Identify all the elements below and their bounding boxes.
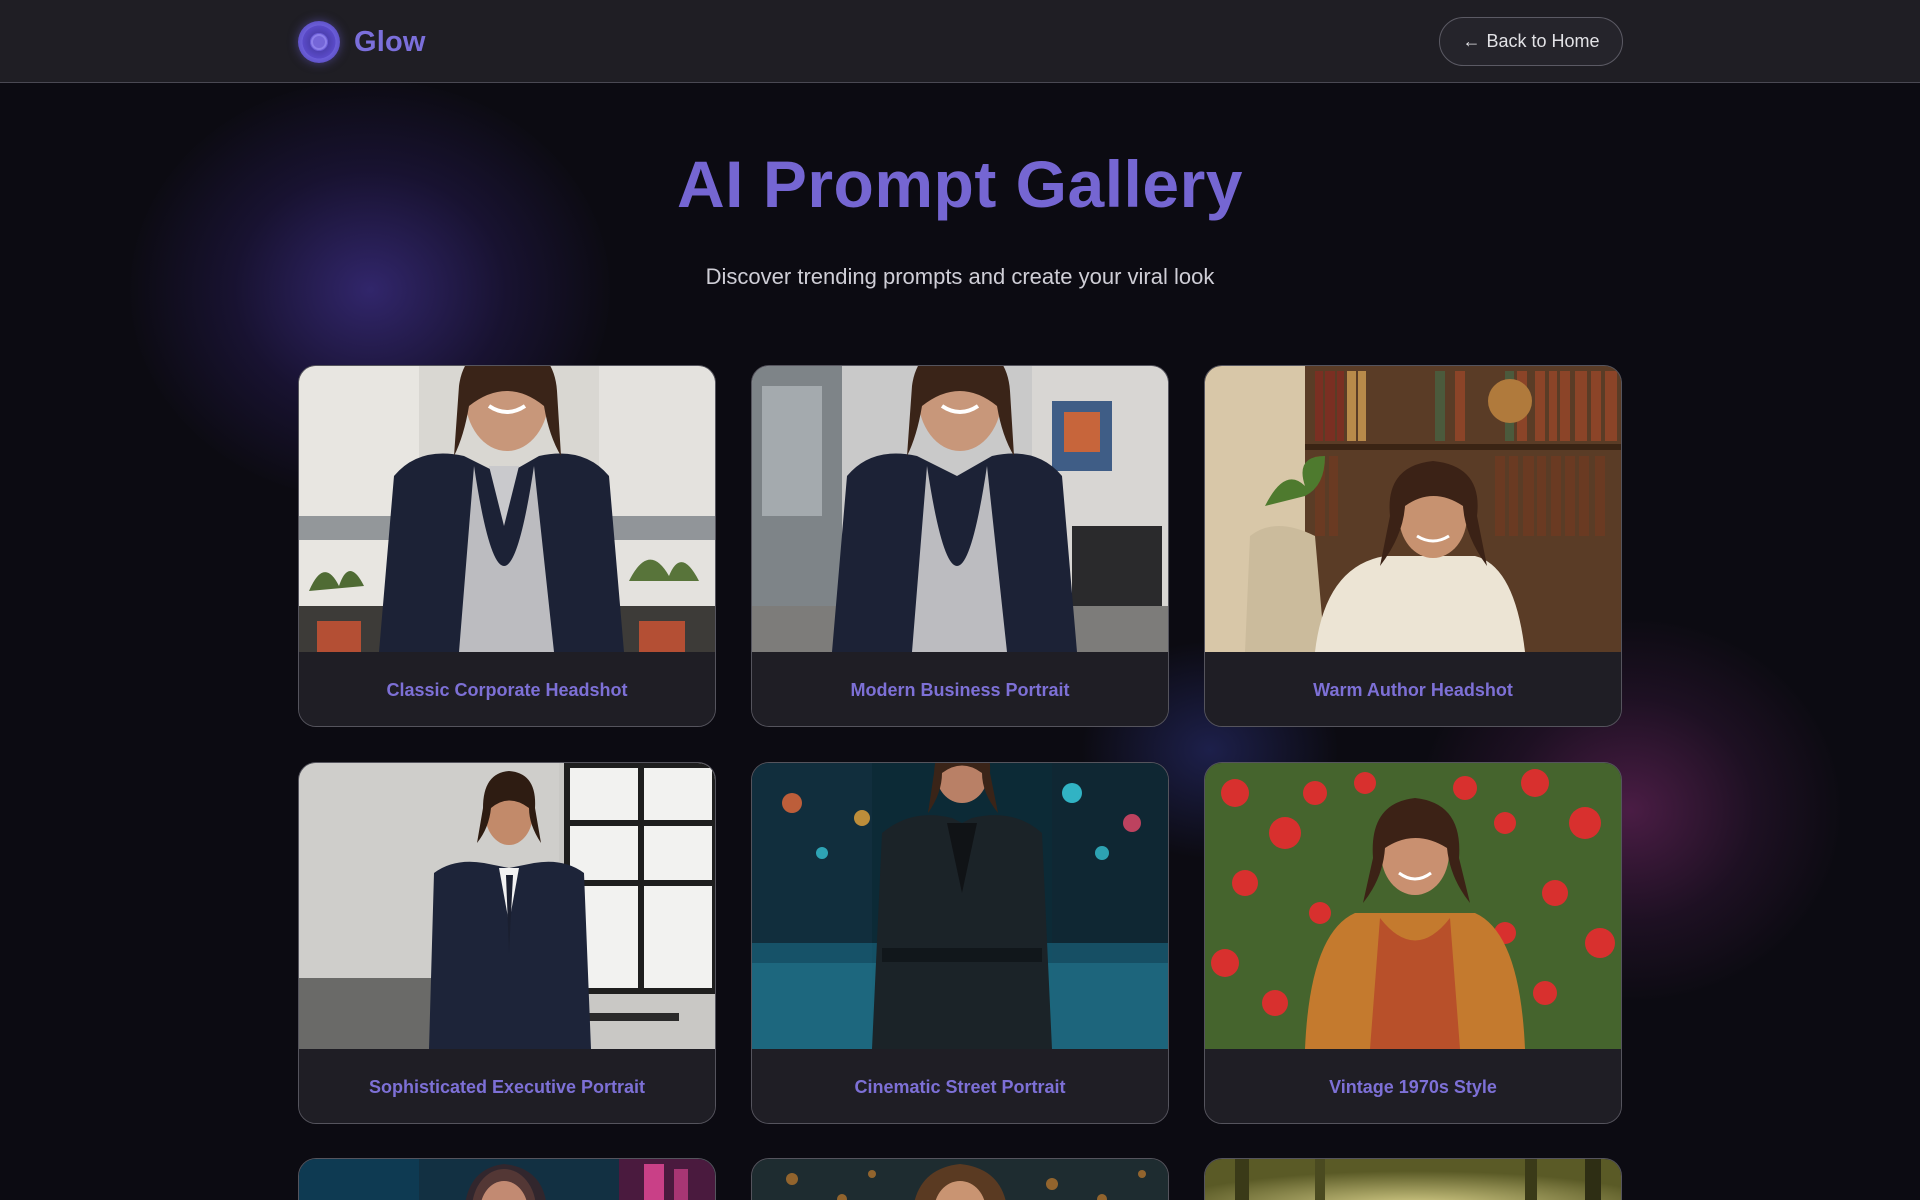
prompt-card-modern-business-portrait[interactable]: Modern Business Portrait [751,365,1169,727]
brand[interactable]: Glow [298,21,426,63]
prompt-card-warm-author-headshot[interactable]: Warm Author Headshot [1204,365,1622,727]
card-image [299,366,715,652]
page: Glow ← Back to Home AI Prompt Gallery Di… [0,0,1920,1200]
card-image [299,763,715,1049]
page-subtitle: Discover trending prompts and create you… [705,264,1215,289]
card-image [1205,763,1621,1049]
card-title: Sophisticated Executive Portrait [299,1049,715,1123]
arrow-left-icon: ← [1462,31,1481,51]
prompt-card-classic-corporate-headshot[interactable]: Classic Corporate Headshot [298,365,716,727]
card-image [1205,366,1621,652]
page-title: AI Prompt Gallery [677,147,1243,221]
card-title: Modern Business Portrait [752,652,1168,726]
back-to-home-label: Back to Home [1486,31,1600,51]
prompt-card-sophisticated-executive-portrait[interactable]: Sophisticated Executive Portrait [298,762,716,1124]
card-title: Classic Corporate Headshot [299,652,715,726]
card-image [1205,1159,1621,1200]
card-image [752,1159,1168,1200]
prompt-card-partial[interactable] [751,1158,1169,1200]
card-image [299,1159,715,1200]
top-navbar: Glow ← Back to Home [0,0,1920,83]
card-title: Warm Author Headshot [1205,652,1621,726]
glow-logo-icon [298,21,340,63]
back-to-home-button[interactable]: ← Back to Home [1439,17,1623,66]
prompt-card-partial[interactable] [298,1158,716,1200]
card-title: Vintage 1970s Style [1205,1049,1621,1123]
card-image [752,763,1168,1049]
card-title: Cinematic Street Portrait [752,1049,1168,1123]
card-image [752,366,1168,652]
brand-name: Glow [354,25,426,58]
prompt-card-vintage-1970s-style[interactable]: Vintage 1970s Style [1204,762,1622,1124]
prompt-card-partial[interactable] [1204,1158,1622,1200]
prompt-card-cinematic-street-portrait[interactable]: Cinematic Street Portrait [751,762,1169,1124]
